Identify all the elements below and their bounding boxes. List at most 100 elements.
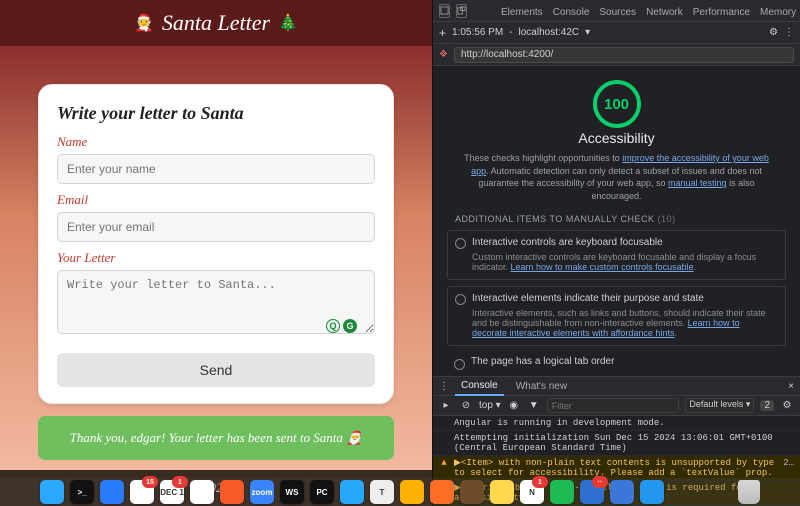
drawer-tabbar: ⋮ Console What's new × [433, 376, 800, 396]
lighthouse-report: 100 Accessibility These checks highlight… [433, 66, 800, 376]
dock-app-typora[interactable]: T [370, 480, 394, 504]
url-bar: ❖ [433, 44, 800, 66]
filter-icon: ▼ [527, 399, 541, 413]
devtools-tab-elements[interactable]: Elements [501, 3, 543, 21]
dock-app-notes[interactable] [490, 480, 514, 504]
accessibility-score-label: Accessibility [447, 130, 786, 146]
name-field: Name [57, 134, 375, 184]
console-log-row[interactable]: Angular is running in development mode. [433, 416, 800, 431]
console-log-row[interactable]: Attempting initialization Sun Dec 15 202… [433, 431, 800, 456]
devtools-tab-network[interactable]: Network [646, 3, 683, 21]
warning-icon [439, 418, 449, 428]
console-filter-input[interactable] [547, 398, 680, 413]
letter-card: Write your letter to Santa Name Email Yo… [38, 84, 394, 404]
console-sidebar-icon[interactable]: ▸ [439, 399, 453, 413]
dock-app-zoom[interactable]: zoom [250, 480, 274, 504]
dock-app-gitlab[interactable] [430, 480, 454, 504]
dock-app-webstorm[interactable]: WS [280, 480, 304, 504]
dock-app-chrome[interactable] [190, 480, 214, 504]
grammar-badge-icon[interactable]: Q [326, 319, 340, 333]
drawer-tab-console[interactable]: Console [455, 377, 504, 396]
console-settings-icon[interactable]: ⚙ [780, 399, 794, 413]
grammarly-icon[interactable]: G [343, 319, 357, 333]
audit-title: The page has a logical tab order [471, 356, 778, 367]
live-expression-icon[interactable]: ◉ [507, 399, 521, 413]
gear-icon[interactable]: ⚙ [769, 27, 778, 38]
toolbar-time: 1:05:56 PM [452, 27, 503, 38]
chevron-down-icon[interactable]: ▾ [585, 27, 590, 38]
warning-icon: ▲ [439, 458, 449, 478]
devtools-tab-memory[interactable]: Memory [760, 3, 796, 21]
audit-learn-link[interactable]: Learn how to decorate interactive elemen… [472, 318, 740, 338]
manual-checks-heading: ADDITIONAL ITEMS TO MANUALLY CHECK (10) [455, 214, 786, 224]
issues-count-badge[interactable]: 2 [760, 400, 774, 411]
devtools-panel: Elements Console Sources Network Performance… [432, 0, 800, 506]
grammar-badges: Q G [326, 319, 357, 333]
dock-app-vscode[interactable] [100, 480, 124, 504]
dock-app-finder[interactable] [40, 480, 64, 504]
drawer-tab-whatsnew[interactable]: What's new [510, 378, 573, 395]
name-input[interactable] [57, 154, 375, 184]
warning-icon [439, 433, 449, 453]
dock-app-box1[interactable] [460, 480, 484, 504]
app-main: Write your letter to Santa Name Email Yo… [0, 46, 432, 470]
log-levels-select[interactable]: Default levels ▾ [685, 398, 754, 413]
console-message: Attempting initialization Sun Dec 15 202… [454, 433, 794, 453]
dock-app-outlook[interactable] [580, 480, 604, 504]
devtools-tab-performance[interactable]: Performance [693, 3, 750, 21]
dock-app-notion[interactable]: N [520, 480, 544, 504]
audit-description: Interactive elements, such as links and … [472, 308, 777, 338]
send-button[interactable]: Send [57, 353, 375, 387]
dock-app-safari[interactable] [340, 480, 364, 504]
santa-letter-app: 🧑‍🎄 Santa Letter 🎄 Write your letter to … [0, 0, 432, 506]
name-label: Name [57, 134, 375, 150]
manual-testing-link[interactable]: manual testing [668, 178, 727, 188]
console-message: ▶<Item> with non-plain text contents is … [454, 458, 778, 478]
console-message: Angular is running in development mode. [454, 418, 794, 428]
device-toolbar-icon[interactable] [456, 4, 467, 18]
app-title: Santa Letter [162, 10, 270, 36]
card-title: Write your letter to Santa [57, 103, 375, 124]
dock-app-calendar[interactable]: DEC 1 [160, 480, 184, 504]
dock-app-terminal[interactable]: >_ [70, 480, 94, 504]
audit-item[interactable]: Interactive controls are keyboard focusa… [447, 230, 786, 280]
success-toast: Thank you, edgar! Your letter has been s… [38, 416, 394, 460]
dock-trash-icon[interactable] [738, 480, 760, 504]
tree-emoji-icon: 🎄 [278, 13, 298, 33]
lighthouse-description: These checks highlight opportunities to … [457, 152, 777, 202]
dock-app-fork[interactable] [400, 480, 424, 504]
dock-app-docker[interactable] [640, 480, 664, 504]
console-scope-select[interactable]: top ▾ [479, 400, 501, 411]
add-button[interactable]: + [439, 26, 446, 40]
audit-item[interactable]: Interactive elements indicate their purp… [447, 286, 786, 346]
dock-app-spotify[interactable] [550, 480, 574, 504]
url-input[interactable] [454, 47, 794, 63]
clear-console-icon[interactable]: ⊘ [459, 399, 473, 413]
macos-dock: >_ DEC 1 zoomWSPC T N [0, 478, 800, 506]
audit-learn-link[interactable]: Learn how to make custom controls focusa… [511, 262, 694, 272]
drawer-kebab-icon[interactable]: ⋮ [439, 381, 449, 392]
console-source: 2… [783, 458, 794, 478]
accessibility-score: 100 [604, 96, 629, 113]
site-icon: ❖ [439, 49, 448, 60]
toolbar-context[interactable]: localhost:42C [519, 27, 580, 38]
accessibility-score-ring: 100 [593, 80, 641, 128]
audit-title: Interactive controls are keyboard focusa… [472, 237, 777, 248]
devtools-tabbar: Elements Console Sources Network Performance… [433, 0, 800, 22]
audit-title: Interactive elements indicate their purp… [472, 293, 777, 304]
devtools-tab-sources[interactable]: Sources [599, 3, 636, 21]
console-toolbar: ▸ ⊘ top ▾ ◉ ▼ Default levels ▾ 2 ⚙ [433, 396, 800, 416]
kebab-menu-icon[interactable]: ⋮ [784, 27, 794, 38]
dock-app-brave[interactable] [220, 480, 244, 504]
drawer-close-icon[interactable]: × [788, 381, 794, 392]
letter-field: Your Letter Q G [57, 250, 375, 339]
dock-app-slack[interactable] [130, 480, 154, 504]
email-input[interactable] [57, 212, 375, 242]
dock-app-pycharm[interactable]: PC [310, 480, 334, 504]
devtools-tab-console[interactable]: Console [553, 3, 590, 21]
app-header: 🧑‍🎄 Santa Letter 🎄 [0, 0, 432, 46]
dock-app-calendar2[interactable] [610, 480, 634, 504]
email-field: Email [57, 192, 375, 242]
audit-item[interactable]: The page has a logical tab order [447, 352, 786, 371]
inspect-icon[interactable] [439, 4, 450, 18]
